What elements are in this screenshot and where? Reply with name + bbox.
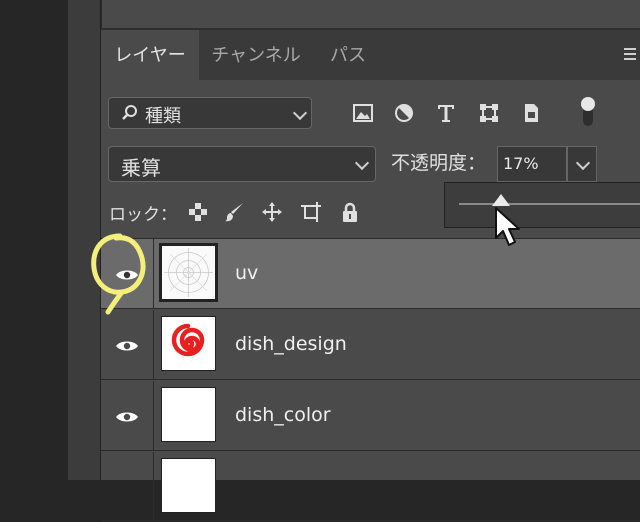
opacity-slider-handle[interactable] bbox=[491, 194, 510, 206]
layer-name: dish_color bbox=[235, 404, 331, 426]
layer-row-dish-color[interactable]: dish_color bbox=[101, 381, 640, 451]
blend-mode-select[interactable]: 乗算 bbox=[108, 146, 376, 182]
lock-position-icon[interactable] bbox=[261, 201, 283, 223]
smart-object-filter-icon[interactable] bbox=[520, 102, 542, 124]
blend-mode-value: 乗算 bbox=[121, 156, 161, 180]
opacity-slider-popup bbox=[444, 182, 640, 228]
canvas-gutter bbox=[0, 0, 68, 480]
opacity-label: 不透明度： bbox=[391, 152, 487, 174]
eye-icon[interactable] bbox=[115, 410, 139, 424]
layer-thumbnail bbox=[161, 316, 216, 371]
opacity-dropdown-button[interactable] bbox=[567, 146, 597, 182]
upper-panel bbox=[101, 0, 640, 30]
lock-artboard-icon[interactable] bbox=[300, 201, 322, 223]
tab-paths[interactable]: パス bbox=[315, 30, 381, 80]
mouse-pointer-icon bbox=[495, 207, 520, 246]
tab-layers[interactable]: レイヤー bbox=[101, 30, 199, 80]
opacity-input[interactable]: 17% bbox=[497, 146, 567, 182]
lock-label: ロック： bbox=[109, 205, 177, 225]
lock-all-icon[interactable] bbox=[339, 201, 361, 223]
layer-thumbnail bbox=[159, 243, 218, 302]
layer-row[interactable] bbox=[101, 452, 640, 522]
annotation-circle bbox=[91, 233, 146, 315]
layer-row-dish-design[interactable]: dish_design bbox=[101, 310, 640, 380]
red-spiral-thumbnail-icon bbox=[162, 317, 215, 370]
lock-image-pixels-icon[interactable] bbox=[223, 201, 245, 223]
visibility-column bbox=[101, 310, 154, 379]
layers-list: uv dish_design dish_color bbox=[101, 238, 640, 522]
chevron-down-icon bbox=[292, 105, 308, 121]
layer-name: dish_design bbox=[235, 333, 347, 355]
chevron-down-icon bbox=[575, 155, 591, 171]
layer-thumbnail bbox=[161, 387, 216, 442]
layer-thumbnail bbox=[161, 458, 216, 513]
type-filter-icon[interactable] bbox=[435, 102, 457, 124]
eye-icon[interactable] bbox=[115, 339, 139, 353]
visibility-column bbox=[101, 452, 154, 521]
image-filter-icon[interactable] bbox=[352, 102, 374, 124]
chevron-down-icon bbox=[354, 155, 370, 171]
visibility-column bbox=[101, 381, 154, 450]
lock-transparent-pixels-icon[interactable] bbox=[187, 201, 209, 223]
adjustment-filter-icon[interactable] bbox=[393, 102, 415, 124]
filter-toggle-switch[interactable] bbox=[580, 96, 596, 128]
filter-kind-label: 種類 bbox=[145, 106, 181, 127]
opacity-value: 17% bbox=[503, 154, 539, 173]
uv-grid-thumbnail-icon bbox=[162, 246, 215, 299]
search-icon bbox=[122, 105, 137, 120]
panel-tabbar: レイヤー チャンネル パス bbox=[101, 30, 640, 80]
tab-channels[interactable]: チャンネル bbox=[201, 30, 311, 80]
opacity-slider-track[interactable] bbox=[459, 203, 640, 205]
panel-menu-icon[interactable] bbox=[624, 48, 636, 62]
shape-filter-icon[interactable] bbox=[478, 102, 500, 124]
layer-filter-select[interactable]: 種類 bbox=[108, 97, 312, 129]
layers-panel: レイヤー チャンネル パス 種類 乗算 不透明度： 17% ロック： uv di… bbox=[101, 30, 640, 522]
layer-row-uv[interactable]: uv bbox=[101, 239, 640, 309]
layer-name: uv bbox=[235, 262, 259, 284]
